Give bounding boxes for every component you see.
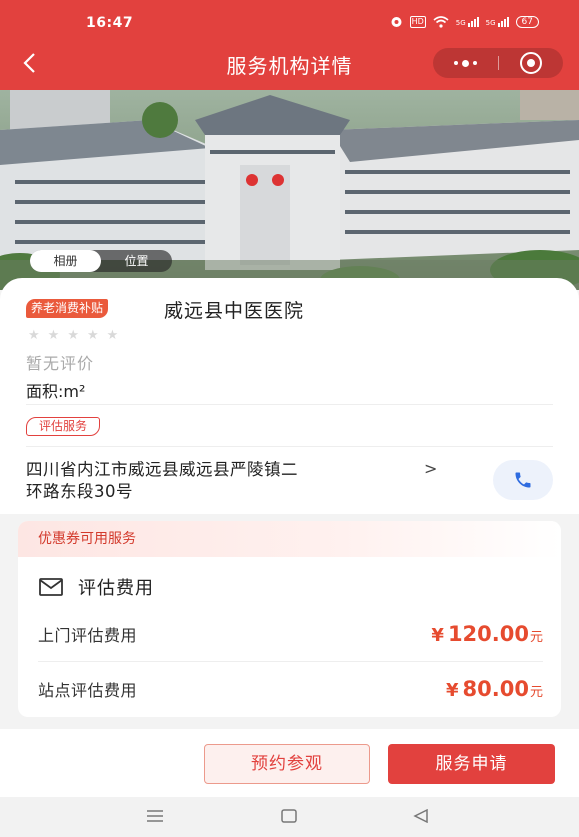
coupon-header: 优惠券可用服务 — [18, 521, 561, 557]
mini-program-capsule — [433, 48, 563, 78]
fee-price: ¥80.00元 — [446, 677, 543, 701]
signal-2-icon: 5G — [485, 16, 509, 27]
close-miniprogram-button[interactable] — [498, 48, 563, 78]
fee-price: ¥120.00元 — [431, 622, 543, 646]
back-triangle-icon — [413, 808, 428, 824]
menu-button[interactable] — [146, 808, 164, 827]
coupon-services-card: 优惠券可用服务 评估费用 上门评估费用 ¥120.00元 站点评估费用 ¥80.… — [18, 521, 561, 717]
fee-section-title: 评估费用 — [38, 574, 154, 600]
menu-icon — [147, 810, 163, 822]
divider — [26, 446, 553, 447]
signal-1-icon: 5G — [455, 16, 479, 27]
rating-stars: ★ ★ ★ ★ ★ — [28, 328, 118, 343]
divider — [26, 404, 553, 405]
status-time: 16:47 — [86, 15, 134, 31]
service-tag: 评估服务 — [26, 417, 101, 436]
book-visit-button[interactable]: 预约参观 — [204, 744, 370, 784]
photo-tab-switcher: 相册 位置 — [30, 250, 172, 272]
address-line-2: 环路东段30号 — [26, 482, 133, 501]
star-icon: ★ — [67, 328, 79, 343]
battery-icon: 67 — [515, 15, 539, 28]
address-line-1: 四川省内江市威远县威远县严陵镇二 — [26, 460, 298, 479]
status-icons: HD 5G 5G 67 — [390, 15, 539, 28]
more-dots-icon — [454, 59, 477, 67]
bottom-action-bar: 预约参观 服务申请 — [0, 729, 579, 797]
home-square-icon — [281, 809, 297, 823]
back-nav-button[interactable] — [413, 808, 429, 827]
fee-amount: 120.00 — [447, 622, 529, 646]
status-bar: 16:47 HD 5G 5G 67 — [0, 0, 579, 44]
nav-bar: 服务机构详情 — [0, 44, 579, 84]
tab-album[interactable]: 相册 — [30, 250, 101, 272]
currency-symbol: ¥ — [446, 680, 459, 701]
fee-unit: 元 — [529, 685, 543, 700]
subsidy-badge: 养老消费补贴 — [26, 299, 109, 318]
star-icon: ★ — [47, 328, 60, 343]
alarm-icon — [391, 17, 402, 27]
fee-row-home: 上门评估费用 ¥120.00元 — [38, 607, 543, 661]
battery-level: 67 — [521, 16, 533, 27]
app-header: 16:47 HD 5G 5G 67 服务机构详情 — [0, 0, 579, 90]
more-button[interactable] — [433, 48, 498, 78]
area-text: 面积:m² — [26, 382, 86, 401]
phone-icon — [515, 472, 531, 488]
system-nav-bar — [0, 797, 579, 837]
signal-1-label: 5G — [455, 18, 466, 27]
address-link[interactable]: 四川省内江市威远县威远县严陵镇二 环路东段30号 — [26, 459, 466, 503]
institution-name: 威远县中医医院 — [164, 300, 305, 322]
star-icon: ★ — [106, 328, 119, 343]
fee-unit: 元 — [529, 630, 543, 645]
tab-location[interactable]: 位置 — [101, 250, 172, 272]
call-button[interactable] — [493, 460, 553, 500]
signal-2-label: 5G — [485, 18, 496, 27]
home-button[interactable] — [281, 808, 297, 827]
fee-label: 上门评估费用 — [38, 626, 138, 645]
mail-icon — [39, 578, 63, 596]
star-icon: ★ — [28, 328, 40, 343]
currency-symbol: ¥ — [431, 625, 444, 646]
no-review-text: 暂无评价 — [26, 354, 95, 373]
wifi-icon — [433, 15, 449, 28]
chevron-right-icon: > — [424, 459, 438, 478]
target-close-icon — [519, 52, 542, 74]
hd-label: HD — [409, 15, 426, 28]
fee-row-station: 站点评估费用 ¥80.00元 — [38, 662, 543, 716]
fee-section-label: 评估费用 — [78, 578, 154, 599]
institution-info-card: 养老消费补贴 威远县中医医院 ★ ★ ★ ★ ★ 暂无评价 面积:m² 评估服务… — [0, 278, 579, 514]
star-icon: ★ — [86, 328, 99, 343]
service-apply-button[interactable]: 服务申请 — [388, 744, 555, 784]
fee-label: 站点评估费用 — [38, 681, 138, 700]
fee-amount: 80.00 — [462, 677, 529, 701]
